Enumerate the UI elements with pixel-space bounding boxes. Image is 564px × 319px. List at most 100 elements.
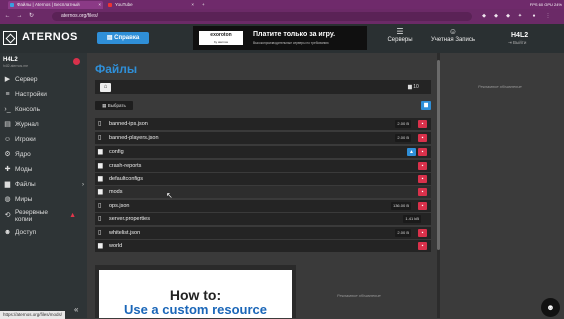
file-icon: ▯ — [98, 216, 102, 222]
sidebar-item-label: Игроки — [15, 136, 36, 143]
trash-icon[interactable]: ▪ — [418, 202, 427, 210]
reload-icon[interactable]: ↻ — [27, 12, 36, 21]
breadcrumb — [95, 80, 431, 94]
sidebar-item-label: Журнал — [15, 121, 39, 128]
table-row[interactable]: ▯ server.properties 1.41 kB — [95, 213, 431, 225]
trash-icon[interactable]: ▪ — [418, 148, 427, 156]
sidebar-item-label: Ядро — [15, 151, 31, 158]
address-text: aternos.org/files/ — [61, 13, 98, 19]
file-name: defaultconfigs — [109, 176, 143, 182]
servers-link[interactable]: ☰ Серверы — [384, 27, 416, 43]
collapse-sidebar-button[interactable]: « — [74, 305, 78, 314]
sidebar-item-server[interactable]: ▶ Сервер — [0, 73, 87, 87]
menu-kebab-icon[interactable]: ⋮ — [544, 12, 552, 20]
sidebar-item-files[interactable]: ▆ Файлы › — [0, 178, 87, 192]
extension-icon[interactable]: ◆ — [480, 12, 488, 20]
puzzle-icon[interactable]: ✦ — [516, 12, 524, 20]
table-row[interactable]: ▯ banned-players.json 2.00 B ▪ — [95, 132, 431, 144]
browser-tab-youtube[interactable]: YouTube × — [106, 1, 196, 9]
sidebar-item-label: Консоль — [15, 106, 40, 113]
folder-count-value: 10 — [413, 84, 419, 90]
ad-label: Рекламное объявление — [337, 293, 381, 298]
close-icon[interactable]: × — [98, 1, 101, 9]
trash-icon[interactable]: ▪ — [418, 242, 427, 250]
new-tab-button[interactable]: + — [200, 1, 209, 9]
select-label: Выбрать — [107, 103, 126, 108]
address-bar[interactable]: aternos.org/files/ — [52, 12, 472, 21]
sidebar-item-core[interactable]: ⚙ Ядро — [0, 148, 87, 162]
folder-icon: ▆ — [98, 243, 103, 249]
file-size: 2.00 B — [395, 229, 411, 237]
warning-icon: ▲ — [69, 212, 76, 219]
account-label: Учетная Запись — [430, 37, 476, 43]
forward-icon[interactable]: → — [15, 12, 24, 21]
folder-icon: ▆ — [98, 163, 103, 169]
help-button[interactable]: ▤ Справка — [97, 32, 149, 44]
folder-icon: ▆ — [98, 189, 103, 195]
trash-icon[interactable]: ▪ — [418, 229, 427, 237]
server-status-icon — [73, 58, 80, 65]
table-row[interactable]: ▯ banned-ips.json 2.00 B ▪ — [95, 118, 431, 130]
right-ad-column — [440, 53, 564, 318]
ad-brand-sub: by aternos — [213, 40, 228, 44]
ad-title: Платите только за игру. — [253, 31, 336, 38]
close-icon[interactable]: × — [191, 1, 194, 9]
file-size: 1.41 kB — [403, 215, 421, 223]
trash-icon[interactable]: ▪ — [418, 120, 427, 128]
sidebar-item-console[interactable]: ›_ Консоль — [0, 103, 87, 117]
aternos-logo-icon[interactable] — [3, 31, 17, 45]
help-label: Справка — [114, 35, 140, 41]
sidebar-item-settings[interactable]: ≡ Настройки — [0, 88, 87, 102]
browser-tab-aternos[interactable]: Файлы | Aternos | Бесплатный × — [8, 1, 103, 9]
trash-icon[interactable]: ▪ — [418, 162, 427, 170]
account-link[interactable]: ☺ Учетная Запись — [430, 27, 476, 44]
sidebar-item-backups[interactable]: ⟲ Резервные копии ▲ — [0, 209, 87, 225]
sidebar-item-label: Настройки — [15, 91, 47, 98]
table-row[interactable]: ▆ mods ▪ — [95, 186, 431, 198]
tab-label: YouTube — [115, 2, 133, 7]
players-icon: ☺ — [3, 136, 12, 143]
table-row[interactable]: ▆ config ▲ ▪ — [95, 146, 431, 158]
table-row[interactable]: ▆ world ▪ — [95, 240, 431, 252]
sidebar-item-mods[interactable]: ✚ Моды — [0, 163, 87, 177]
sidebar-item-log[interactable]: ▤ Журнал — [0, 118, 87, 132]
table-row[interactable]: ▆ crash-reports ▪ — [95, 160, 431, 172]
file-size: 136.00 B — [390, 202, 411, 210]
promo-line-2: Use a custom resource — [123, 302, 268, 317]
upload-button[interactable]: ▆ — [421, 101, 431, 110]
select-button[interactable]: ▦ Выбрать — [95, 101, 133, 110]
sidebar-item-label: Миры — [15, 196, 33, 203]
site-logo[interactable]: ATERNOS — [22, 31, 78, 43]
folder-icon: ▆ — [98, 149, 103, 155]
table-row[interactable]: ▆ defaultconfigs ▪ — [95, 173, 431, 185]
sidebar-item-label: Доступ — [15, 229, 37, 236]
server-name: H4L2 — [3, 57, 18, 63]
folder-icon: ▆ — [98, 176, 103, 182]
table-row[interactable]: ▯ ops.json 136.00 B ▪ — [95, 200, 431, 212]
folder-icon: ▆ — [4, 181, 11, 188]
extension-icon[interactable]: ◆ — [492, 12, 500, 20]
home-icon[interactable]: ⌂ — [100, 83, 111, 92]
trash-icon[interactable]: ▪ — [418, 175, 427, 183]
sliders-icon: ≡ — [5, 91, 10, 98]
youtube-favicon — [108, 3, 112, 7]
file-name: crash-reports — [109, 163, 142, 169]
sidebar-item-label: Резервные копии — [15, 209, 48, 223]
folder-count: ▆ 10 — [408, 83, 419, 92]
sidebar-item-access[interactable]: ☻ Доступ — [0, 226, 87, 240]
trash-icon[interactable]: ▪ — [418, 134, 427, 142]
file-name: ops.json — [109, 203, 130, 209]
table-row[interactable]: ▯ whitelist.json 2.00 B ▪ — [95, 227, 431, 239]
file-size: 2.00 B — [395, 120, 411, 128]
extension-icon[interactable]: ◆ — [504, 12, 512, 20]
sidebar-item-worlds[interactable]: ◍ Миры — [0, 193, 87, 207]
trash-icon[interactable]: ▪ — [418, 188, 427, 196]
backup-icon: ⟲ — [4, 212, 11, 219]
profile-icon[interactable]: ● — [530, 12, 538, 20]
sidebar-item-players[interactable]: ☺ Игроки — [0, 133, 87, 147]
logout-link[interactable]: ⇥ Выйти — [508, 40, 526, 46]
back-icon[interactable]: ← — [3, 12, 12, 21]
file-icon: ▯ — [98, 203, 102, 209]
upload-icon[interactable]: ▲ — [407, 148, 416, 156]
avatar[interactable]: ☻ — [541, 298, 560, 317]
